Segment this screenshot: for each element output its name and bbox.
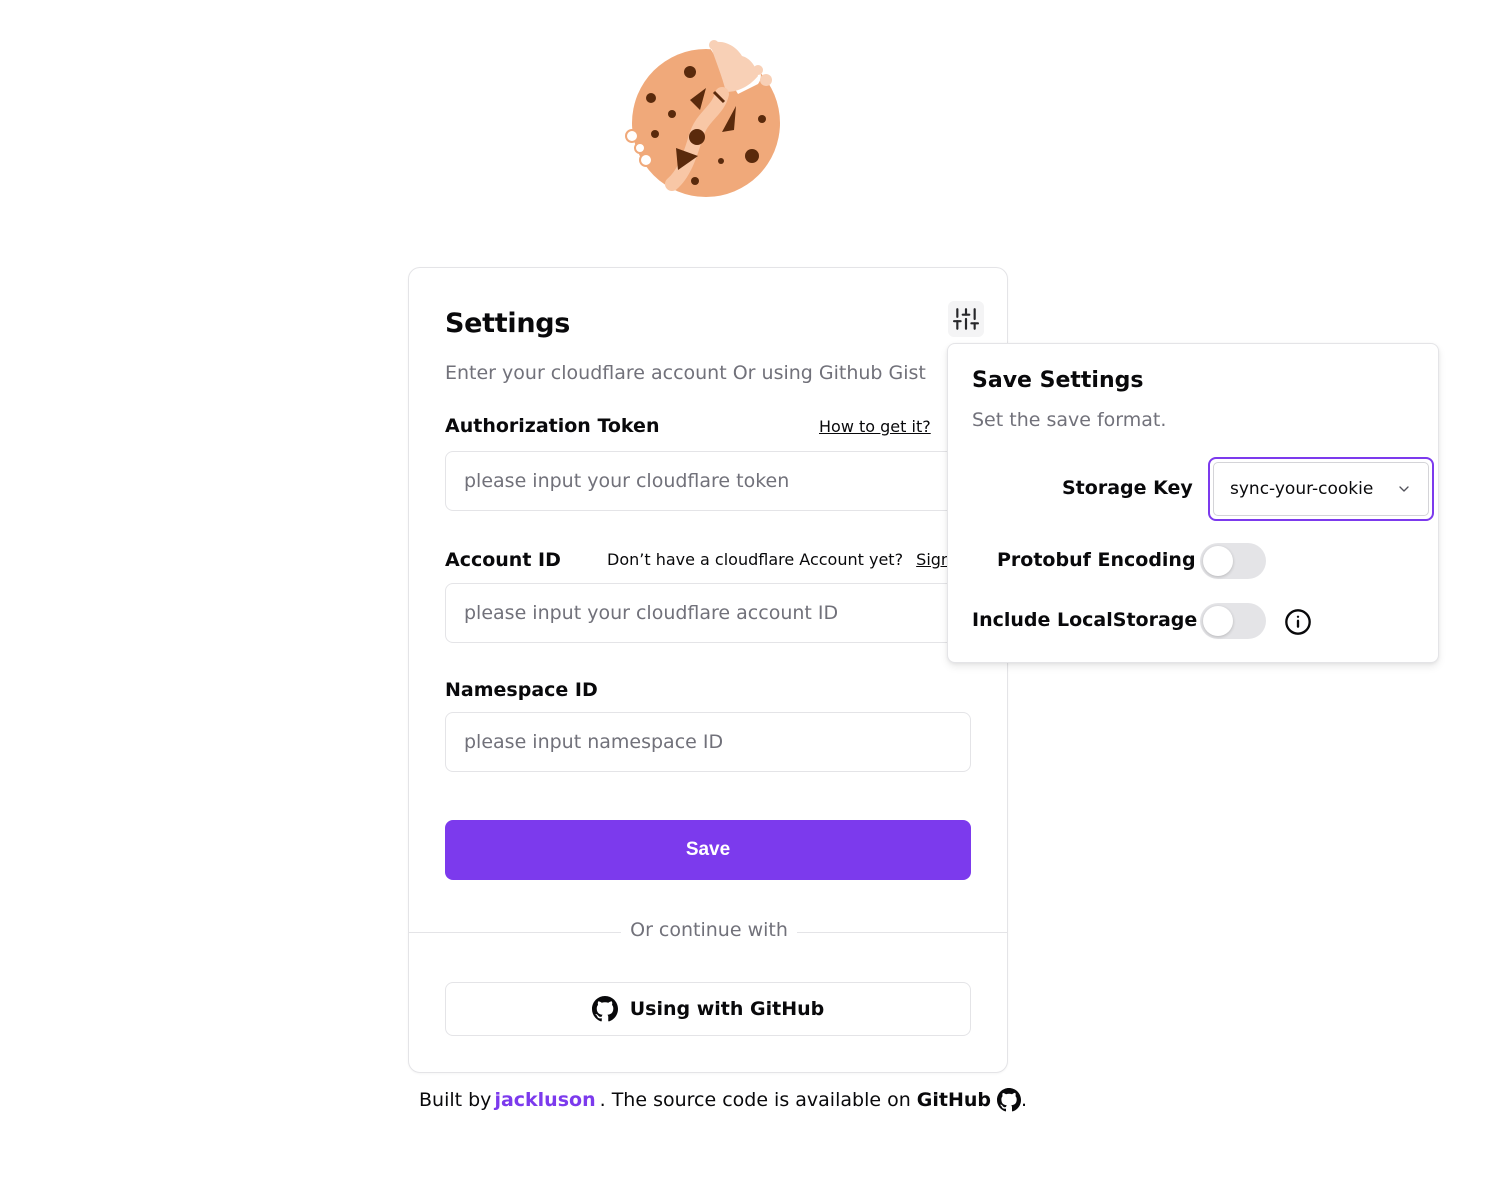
chevron-down-icon xyxy=(1399,486,1409,492)
github-login-button[interactable]: Using with GitHub xyxy=(445,982,971,1036)
include-localstorage-toggle[interactable] xyxy=(1200,603,1266,639)
popover-description: Set the save format. xyxy=(972,409,1167,431)
toggle-knob xyxy=(1203,606,1233,636)
footer-suffix: . xyxy=(1020,1089,1028,1111)
sign-up-link[interactable]: Sign xyxy=(916,550,951,569)
save-settings-popover: Save Settings Set the save format. Stora… xyxy=(947,343,1439,663)
source-github-link[interactable]: GitHub xyxy=(917,1089,991,1111)
storage-key-select[interactable]: sync-your-cookie xyxy=(1208,457,1434,521)
cookie-logo xyxy=(618,36,788,206)
author-link[interactable]: jackluson xyxy=(494,1089,595,1111)
include-localstorage-label: Include LocalStorage xyxy=(972,609,1198,631)
github-icon xyxy=(591,996,618,1022)
divider-text: Or continue with xyxy=(621,919,797,941)
footer: Built by jackluson . The source code is … xyxy=(419,1088,1027,1112)
sliders-icon xyxy=(953,308,979,330)
save-settings-toggle-button[interactable] xyxy=(948,301,984,337)
protobuf-encoding-toggle[interactable] xyxy=(1200,543,1266,579)
footer-prefix: Built by xyxy=(419,1089,492,1111)
popover-title: Save Settings xyxy=(972,368,1144,393)
token-input[interactable] xyxy=(445,451,971,511)
github-icon[interactable] xyxy=(996,1088,1021,1112)
token-label: Authorization Token xyxy=(445,415,660,437)
card-description: Enter your cloudflare account Or using G… xyxy=(445,362,926,384)
github-button-label: Using with GitHub xyxy=(629,998,825,1020)
settings-card: Settings Enter your cloudflare account O… xyxy=(408,267,1008,1073)
namespace-id-label: Namespace ID xyxy=(445,679,598,701)
footer-middle: . The source code is available on xyxy=(599,1089,911,1111)
namespace-id-input[interactable] xyxy=(445,712,971,772)
info-icon[interactable] xyxy=(1284,608,1312,636)
storage-key-label: Storage Key xyxy=(1062,477,1193,499)
save-button[interactable]: Save xyxy=(445,820,971,880)
card-title: Settings xyxy=(445,308,571,339)
account-id-label: Account ID xyxy=(445,549,561,571)
account-help-text: Don’t have a cloudflare Account yet? xyxy=(607,550,904,569)
toggle-knob xyxy=(1203,546,1233,576)
storage-key-value: sync-your-cookie xyxy=(1230,479,1374,499)
account-id-input[interactable] xyxy=(445,583,971,643)
protobuf-encoding-label: Protobuf Encoding xyxy=(997,549,1196,571)
how-to-get-token-link[interactable]: How to get it? xyxy=(819,417,931,436)
